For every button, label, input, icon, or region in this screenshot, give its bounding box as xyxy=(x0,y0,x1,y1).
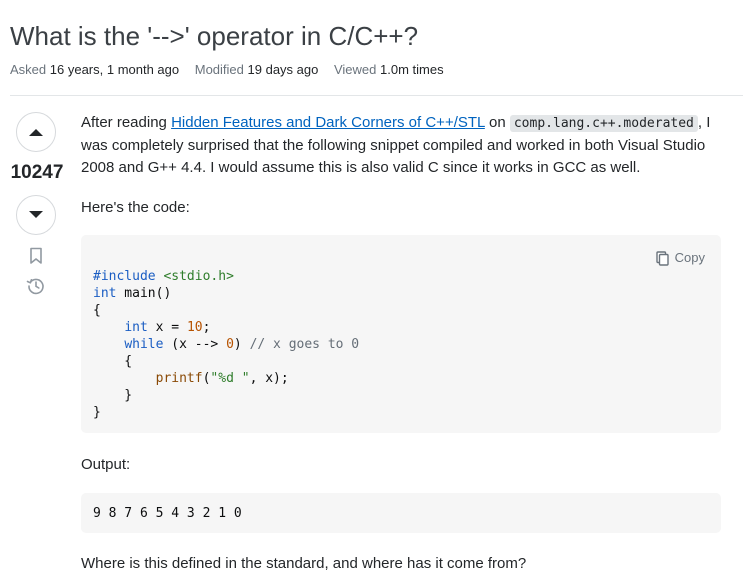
code-token: // x goes to 0 xyxy=(249,337,360,352)
code-listing: #include <stdio.h> int main(){ int x = 10… xyxy=(93,268,359,421)
vote-count: 10247 xyxy=(10,162,64,183)
upvote-button[interactable] xyxy=(16,112,56,152)
code-token: int xyxy=(124,320,148,335)
code-token: ) xyxy=(233,337,250,352)
code-line: { xyxy=(93,302,359,319)
code-token: } xyxy=(93,405,101,420)
copy-icon xyxy=(655,250,669,266)
code-line: int x = 10; xyxy=(93,319,359,336)
header-divider xyxy=(10,95,743,96)
question-meta: Asked 16 years, 1 month ago Modified 19 … xyxy=(10,60,456,80)
intro-text-on: on xyxy=(484,114,510,131)
output-text: 9 8 7 6 5 4 3 2 1 0 xyxy=(93,506,242,521)
code-line: } xyxy=(93,387,359,404)
code-token: ; xyxy=(202,320,211,335)
history-icon xyxy=(26,278,44,295)
code-line: } xyxy=(93,404,359,421)
code-token: 10 xyxy=(186,320,203,335)
code-token: int xyxy=(93,286,117,301)
code-token: while xyxy=(124,337,164,352)
code-line: int main() xyxy=(93,285,359,302)
code-token: 0 xyxy=(226,337,234,352)
intro-text-before: After reading xyxy=(81,114,172,131)
output-label: Output: xyxy=(81,456,131,473)
arrow-down-icon xyxy=(29,211,43,218)
copy-label: Copy xyxy=(674,250,705,265)
code-token: { xyxy=(93,303,101,318)
code-line: #include <stdio.h> xyxy=(93,268,359,285)
code-token: "%d " xyxy=(210,371,250,386)
viewed-value: 1.0m times xyxy=(380,62,444,77)
code-line: while (x --> 0) // x goes to 0 xyxy=(93,336,359,353)
hidden-features-link[interactable]: Hidden Features and Dark Corners of C++/… xyxy=(171,114,485,131)
code-intro-paragraph: Here's the code: xyxy=(81,199,190,216)
newsgroup-inline-code: comp.lang.c++.moderated xyxy=(509,115,698,132)
code-token: { xyxy=(93,354,133,369)
modified-label: Modified xyxy=(194,62,244,77)
modified-value[interactable]: 19 days ago xyxy=(248,62,319,77)
downvote-button[interactable] xyxy=(16,195,56,235)
code-token: <stdio.h> xyxy=(155,269,234,284)
code-token: , x); xyxy=(249,371,289,386)
closing-question: Where is this defined in the standard, a… xyxy=(81,555,527,572)
code-token: main() xyxy=(116,286,172,301)
asked-label: Asked xyxy=(10,62,47,77)
code-token: (x --> xyxy=(163,337,227,352)
copy-button[interactable]: Copy xyxy=(655,247,705,269)
question-title[interactable]: What is the '-->' operator in C/C++? xyxy=(10,18,418,54)
bookmark-icon xyxy=(30,247,42,264)
code-token: x = xyxy=(147,320,187,335)
code-line: { xyxy=(93,353,359,370)
intro-paragraph: After reading Hidden Features and Dark C… xyxy=(81,112,721,179)
arrow-up-icon xyxy=(29,129,43,136)
code-token: #include xyxy=(93,269,156,284)
viewed-label: Viewed xyxy=(333,62,377,77)
code-line: printf("%d ", x); xyxy=(93,370,359,387)
code-block: Copy #include <stdio.h> int main(){ int x… xyxy=(81,235,721,433)
history-button[interactable] xyxy=(26,276,46,296)
code-token: } xyxy=(93,388,133,403)
output-block: 9 8 7 6 5 4 3 2 1 0 xyxy=(81,493,721,533)
bookmark-button[interactable] xyxy=(26,246,46,266)
code-token: printf xyxy=(155,371,203,386)
asked-value[interactable]: 16 years, 1 month ago xyxy=(50,62,179,77)
